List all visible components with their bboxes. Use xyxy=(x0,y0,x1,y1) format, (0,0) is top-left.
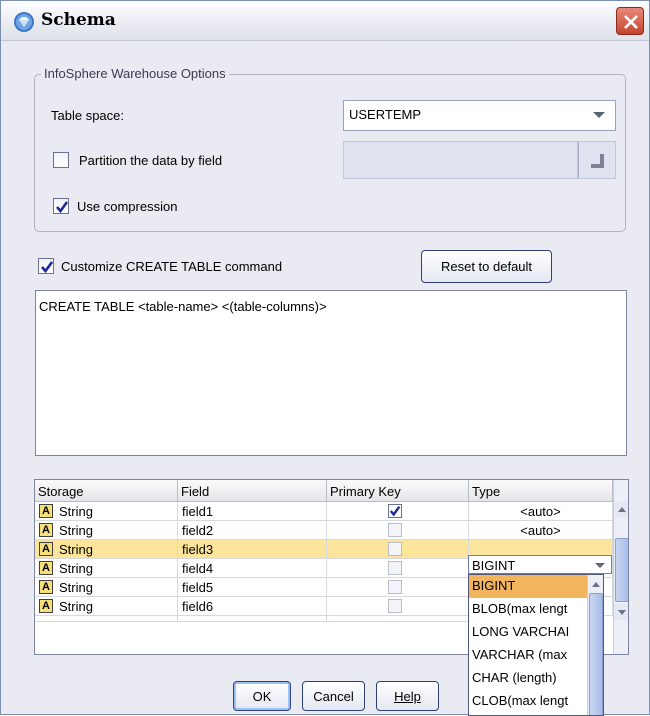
field-name: field1 xyxy=(178,502,327,521)
partition-label: Partition the data by field xyxy=(79,153,223,168)
field-name: field3 xyxy=(178,540,327,559)
table-space-label: Table space: xyxy=(51,108,124,123)
ok-button[interactable]: OK xyxy=(233,681,291,711)
field-picker-button xyxy=(578,141,616,179)
customize-checkbox[interactable] xyxy=(38,258,54,274)
scroll-down-button[interactable] xyxy=(614,604,628,620)
column-header-storage[interactable]: Storage xyxy=(35,480,178,502)
gem-icon xyxy=(14,12,34,32)
storage-value: String xyxy=(59,561,93,576)
table-space-select[interactable]: USERTEMP xyxy=(343,100,616,131)
primary-key-cell xyxy=(327,502,469,521)
column-header-primary-key[interactable]: Primary Key xyxy=(327,480,469,502)
string-type-icon: A xyxy=(39,599,53,613)
string-type-icon: A xyxy=(39,523,53,537)
storage-cell: A String xyxy=(35,597,178,616)
field-picker-icon xyxy=(591,154,604,168)
field-name: field2 xyxy=(178,521,327,540)
close-icon xyxy=(624,15,638,29)
chevron-up-icon xyxy=(618,507,626,512)
storage-cell: A String xyxy=(35,559,178,578)
dropdown-option[interactable]: LONG VARCHAI xyxy=(469,621,587,644)
title-bar[interactable]: Schema xyxy=(1,1,649,41)
storage-value: String xyxy=(59,523,93,538)
primary-key-checkbox[interactable] xyxy=(388,561,402,575)
string-type-icon: A xyxy=(39,542,53,556)
field-name: field6 xyxy=(178,597,327,616)
reset-to-default-label: Reset to default xyxy=(440,259,533,274)
field-name: field5 xyxy=(178,578,327,597)
customize-label: Customize CREATE TABLE command xyxy=(61,259,283,274)
ok-label: OK xyxy=(252,689,272,704)
compression-checkbox[interactable] xyxy=(53,198,69,214)
dropdown-option[interactable]: VARCHAR (max xyxy=(469,644,587,667)
create-table-command-editor[interactable]: CREATE TABLE <table-name> <(table-column… xyxy=(35,290,627,456)
storage-value: String xyxy=(59,599,93,614)
table-vertical-scrollbar[interactable] xyxy=(613,480,628,654)
column-header-field[interactable]: Field xyxy=(178,480,327,502)
window-title: Schema xyxy=(41,10,116,30)
storage-value: String xyxy=(59,504,93,519)
string-type-icon: A xyxy=(39,504,53,518)
chevron-up-icon xyxy=(592,582,600,587)
field-cell xyxy=(178,616,327,622)
scroll-up-button[interactable] xyxy=(614,502,628,518)
dropdown-scroll-thumb[interactable] xyxy=(589,593,603,715)
string-type-icon: A xyxy=(39,580,53,594)
type-cell[interactable]: <auto> xyxy=(469,521,613,540)
storage-cell xyxy=(35,616,178,622)
type-select-value: BIGINT xyxy=(472,558,516,573)
table-row[interactable]: A String field1 <auto> xyxy=(35,502,613,521)
type-cell[interactable]: <auto> xyxy=(469,502,613,521)
reset-to-default-button[interactable]: Reset to default xyxy=(421,250,552,283)
primary-key-cell xyxy=(327,521,469,540)
compression-label: Use compression xyxy=(77,199,178,214)
storage-cell: A String xyxy=(35,578,178,597)
checkmark-icon xyxy=(389,506,401,517)
primary-key-checkbox[interactable] xyxy=(388,599,402,613)
close-button[interactable] xyxy=(616,7,644,35)
dropdown-option[interactable]: BLOB(max lengt xyxy=(469,598,587,621)
primary-key-cell xyxy=(327,616,469,622)
primary-key-cell xyxy=(327,597,469,616)
dropdown-option[interactable]: BIGINT xyxy=(469,575,587,598)
storage-cell: A String xyxy=(35,521,178,540)
chevron-down-icon xyxy=(595,563,605,568)
string-type-icon: A xyxy=(39,561,53,575)
chevron-down-icon xyxy=(618,610,626,615)
field-name: field4 xyxy=(178,559,327,578)
storage-cell: A String xyxy=(35,540,178,559)
checkmark-icon xyxy=(56,201,69,214)
chevron-down-icon xyxy=(593,112,605,118)
group-legend: InfoSphere Warehouse Options xyxy=(41,66,229,81)
create-table-command-text: CREATE TABLE <table-name> <(table-column… xyxy=(39,299,327,314)
partition-field-input xyxy=(343,141,578,179)
primary-key-checkbox[interactable] xyxy=(388,580,402,594)
cancel-label: Cancel xyxy=(313,689,354,704)
primary-key-checkbox[interactable] xyxy=(388,542,402,556)
dropdown-scrollbar[interactable] xyxy=(587,575,603,715)
scroll-thumb[interactable] xyxy=(615,538,628,602)
storage-value: String xyxy=(59,580,93,595)
primary-key-cell xyxy=(327,559,469,578)
help-label: Help xyxy=(394,689,421,704)
primary-key-checkbox[interactable] xyxy=(388,504,402,518)
primary-key-checkbox[interactable] xyxy=(388,523,402,537)
primary-key-cell xyxy=(327,578,469,597)
column-header-type[interactable]: Type xyxy=(469,480,613,502)
type-select[interactable]: BIGINT xyxy=(468,555,612,574)
primary-key-cell xyxy=(327,540,469,559)
dropdown-option[interactable]: CHAR (length) xyxy=(469,667,587,690)
storage-cell: A String xyxy=(35,502,178,521)
dropdown-option[interactable]: CLOB(max lengt xyxy=(469,690,587,713)
schema-dialog: Schema InfoSphere Warehouse Options Tabl… xyxy=(0,0,650,716)
table-row[interactable]: A String field2 <auto> xyxy=(35,521,613,540)
checkmark-icon xyxy=(41,261,54,274)
table-space-value: USERTEMP xyxy=(349,107,421,122)
storage-value: String xyxy=(59,542,93,557)
help-button[interactable]: Help xyxy=(376,681,439,711)
cancel-button[interactable]: Cancel xyxy=(302,681,365,711)
partition-checkbox[interactable] xyxy=(53,152,69,168)
type-dropdown-list[interactable]: BIGINT BLOB(max lengt LONG VARCHAI VARCH… xyxy=(468,574,604,716)
